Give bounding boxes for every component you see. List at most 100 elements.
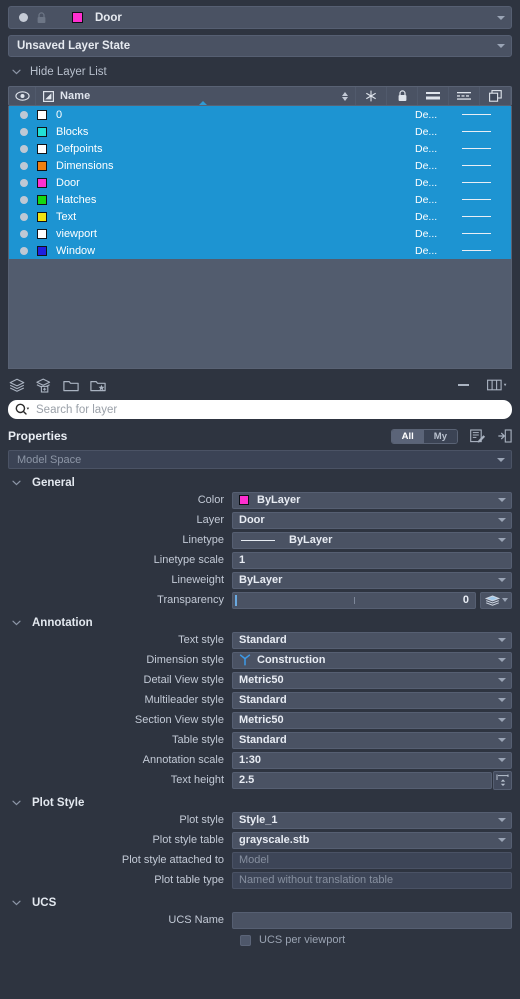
layer-color-swatch[interactable] (37, 245, 47, 256)
column-header-name[interactable]: Name (36, 87, 356, 105)
lightbulb-on-icon[interactable] (20, 110, 28, 119)
layer-filter-folder-icon[interactable] (89, 377, 106, 394)
layer-color-swatch[interactable] (37, 228, 47, 239)
lightbulb-on-icon[interactable] (20, 195, 28, 204)
table-row[interactable]: viewport De... (9, 225, 511, 242)
property-field-multileader-style[interactable]: Standard (232, 691, 512, 709)
slider-handle[interactable] (235, 594, 237, 606)
sort-indicator-icon[interactable] (342, 91, 348, 101)
layer-color-swatch[interactable] (37, 177, 47, 188)
new-layer-viewport-icon[interactable] (35, 377, 52, 394)
freeze-icon[interactable] (51, 10, 67, 26)
collapse-icon[interactable] (455, 377, 472, 394)
chevron-down-icon[interactable] (498, 678, 506, 682)
chevron-down-icon[interactable] (497, 457, 505, 462)
property-field-lineweight[interactable]: ByLayer (232, 571, 512, 589)
lightbulb-on-icon[interactable] (20, 246, 28, 255)
color-swatch[interactable] (239, 495, 249, 505)
search-icon[interactable] (15, 403, 31, 416)
lightbulb-on-icon[interactable] (20, 144, 28, 153)
property-field-ucs-name[interactable] (232, 911, 512, 929)
property-field-section-view-style[interactable]: Metric50 (232, 711, 512, 729)
layer-search[interactable] (8, 400, 512, 419)
current-layer-bar[interactable]: Door (8, 6, 512, 29)
ucs-per-viewport-checkbox[interactable] (240, 934, 251, 946)
column-header-linetype[interactable] (449, 87, 480, 105)
chevron-down-icon[interactable] (497, 15, 505, 20)
layer-states-folder-icon[interactable] (62, 377, 79, 394)
search-input[interactable] (36, 403, 505, 416)
filter-my-button[interactable]: My (423, 429, 457, 443)
property-field-annotation-scale[interactable]: 1:30 (232, 751, 512, 769)
lightbulb-on-icon[interactable] (20, 178, 28, 187)
column-header-lock[interactable] (387, 87, 418, 105)
color-swatch[interactable] (69, 10, 85, 26)
filter-all-button[interactable]: All (391, 429, 424, 443)
lightbulb-on-icon[interactable] (20, 212, 28, 221)
property-field-text-style[interactable]: Standard (232, 631, 512, 649)
column-header-freeze[interactable] (356, 87, 387, 105)
table-row[interactable]: Hatches De... (9, 191, 511, 208)
property-field-linetype-scale[interactable]: 1 (232, 551, 512, 569)
property-field-detail-view-style[interactable]: Metric50 (232, 671, 512, 689)
lightbulb-on-icon[interactable] (20, 229, 28, 238)
chevron-down-icon[interactable] (498, 658, 506, 662)
table-row[interactable]: 0 De... (9, 106, 511, 123)
chevron-down-icon[interactable] (498, 818, 506, 822)
property-field-table-style[interactable]: Standard (232, 731, 512, 749)
table-row[interactable]: Blocks De... (9, 123, 511, 140)
collapse-panel-icon[interactable] (498, 429, 512, 443)
property-field-text-height[interactable]: 2.5 (232, 771, 492, 789)
lightbulb-on-icon[interactable] (15, 10, 31, 26)
lightbulb-on-icon[interactable] (20, 127, 28, 136)
transparency-layer-button[interactable] (480, 591, 512, 609)
layer-color-swatch[interactable] (37, 143, 47, 154)
new-layer-icon[interactable] (8, 377, 25, 394)
property-field-plot-style-table[interactable]: grayscale.stb (232, 831, 512, 849)
space-selector[interactable]: Model Space (8, 450, 512, 469)
lock-icon[interactable] (33, 10, 49, 26)
section-header-general[interactable]: General (12, 477, 520, 489)
table-row[interactable]: Window De... (9, 242, 511, 259)
section-header-plot-style[interactable]: Plot Style (12, 797, 520, 809)
chevron-down-icon[interactable] (498, 738, 506, 742)
property-field-dimension-style[interactable]: Construction (232, 651, 512, 669)
lightbulb-on-icon[interactable] (20, 161, 28, 170)
column-header-lineweight[interactable] (418, 87, 449, 105)
layer-color-swatch[interactable] (37, 160, 47, 171)
property-field-linetype[interactable]: ByLayer (232, 531, 512, 549)
edit-properties-icon[interactable] (470, 429, 486, 443)
chevron-down-icon[interactable] (498, 518, 506, 522)
chevron-down-icon[interactable] (498, 758, 506, 762)
chevron-down-icon[interactable] (498, 538, 506, 542)
property-field-layer[interactable]: Door (232, 511, 512, 529)
table-row[interactable]: Text De... (9, 208, 511, 225)
property-field-color[interactable]: ByLayer (232, 491, 512, 509)
column-header-visibility[interactable] (9, 87, 36, 105)
layer-color-swatch[interactable] (37, 211, 47, 222)
table-row[interactable]: Door De... (9, 174, 511, 191)
hide-layer-list-toggle[interactable]: Hide Layer List (12, 63, 512, 81)
chevron-down-icon[interactable] (498, 698, 506, 702)
chevron-down-icon[interactable] (498, 498, 506, 502)
properties-filter-toggle[interactable]: All My (390, 428, 458, 444)
layer-state-selector[interactable]: Unsaved Layer State (8, 35, 512, 57)
chevron-down-icon[interactable] (501, 598, 508, 602)
table-row[interactable]: Defpoints De... (9, 140, 511, 157)
section-header-ucs[interactable]: UCS (12, 897, 520, 909)
transparency-slider[interactable]: 0 (232, 591, 476, 609)
chevron-down-icon[interactable] (498, 718, 506, 722)
text-height-spinner[interactable] (493, 770, 512, 790)
property-field-plot-style[interactable]: Style_1 (232, 811, 512, 829)
chevron-down-icon[interactable] (498, 638, 506, 642)
section-header-annotation[interactable]: Annotation (12, 617, 520, 629)
table-row[interactable]: Dimensions De... (9, 157, 511, 174)
ucs-per-viewport-row[interactable]: UCS per viewport (0, 934, 520, 946)
layer-color-swatch[interactable] (37, 126, 47, 137)
columns-icon[interactable] (486, 377, 510, 394)
layer-color-swatch[interactable] (37, 109, 47, 120)
chevron-down-icon[interactable] (498, 578, 506, 582)
column-header-plot-style[interactable] (480, 87, 511, 105)
chevron-down-icon[interactable] (498, 838, 506, 842)
layer-color-swatch[interactable] (37, 194, 47, 205)
